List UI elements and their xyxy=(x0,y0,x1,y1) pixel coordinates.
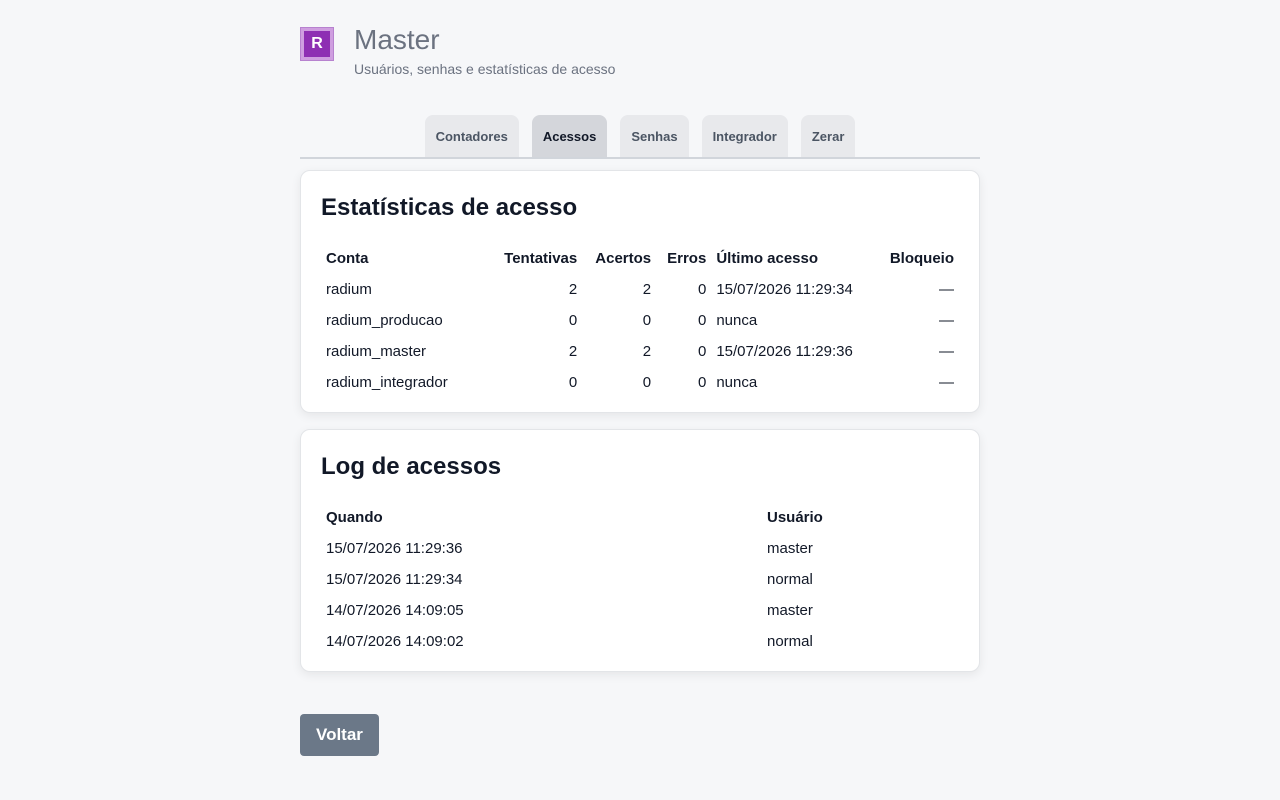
table-row: 14/07/2026 14:09:02 normal xyxy=(321,626,959,657)
cell-conta: radium_master xyxy=(326,343,427,360)
cell-usuario: normal xyxy=(767,633,813,650)
log-title: Log de acessos xyxy=(321,453,502,480)
tab-bar: Contadores Acessos Senhas Integrador Zer… xyxy=(300,115,980,159)
col-bloqueio: Bloqueio xyxy=(889,250,954,267)
app-header: R Master Usuários, senhas e estatísticas… xyxy=(300,0,980,94)
cell-bloqueio: — xyxy=(939,374,954,391)
back-button[interactable]: Voltar xyxy=(300,714,379,756)
page-title: Master xyxy=(354,24,440,55)
table-row: 15/07/2026 11:29:34 normal xyxy=(321,564,959,595)
page-subtitle: Usuários, senhas e estatísticas de acess… xyxy=(354,61,616,77)
col-acertos: Acertos xyxy=(595,250,652,267)
table-row: radium_integrador 0 0 0 nunca — xyxy=(321,367,959,398)
cell-acertos: 2 xyxy=(642,343,652,360)
cell-conta: radium_producao xyxy=(326,312,443,329)
table-row: radium 2 2 0 15/07/2026 11:29:34 — xyxy=(321,274,959,305)
col-quando: Quando xyxy=(326,509,383,526)
cell-acertos: 0 xyxy=(642,312,652,329)
log-table: Quando Usuário 15/07/2026 11:29:36 maste… xyxy=(321,502,959,657)
cell-erros: 0 xyxy=(697,374,707,391)
cell-tentativas: 2 xyxy=(568,343,578,360)
cell-quando: 15/07/2026 11:29:36 xyxy=(326,540,463,557)
app-logo: R xyxy=(300,27,334,61)
cell-acertos: 2 xyxy=(642,281,652,298)
cell-bloqueio: — xyxy=(939,281,954,298)
cell-usuario: master xyxy=(767,540,813,557)
stats-card: Estatísticas de acesso Conta Tentativas … xyxy=(300,170,980,413)
cell-bloqueio: — xyxy=(939,312,954,329)
cell-ultimo-acesso: nunca xyxy=(716,312,758,329)
log-header-row: Quando Usuário xyxy=(321,502,959,533)
cell-erros: 0 xyxy=(697,312,707,329)
cell-erros: 0 xyxy=(697,281,707,298)
table-row: radium_master 2 2 0 15/07/2026 11:29:36 … xyxy=(321,336,959,367)
cell-quando: 14/07/2026 14:09:02 xyxy=(326,633,464,650)
cell-usuario: master xyxy=(767,602,813,619)
cell-tentativas: 0 xyxy=(568,374,578,391)
table-row: 14/07/2026 14:09:05 master xyxy=(321,595,959,626)
table-row: 15/07/2026 11:29:36 master xyxy=(321,533,959,564)
col-ultimo-acesso: Último acesso xyxy=(716,250,819,267)
logo-letter: R xyxy=(304,31,330,57)
cell-tentativas: 0 xyxy=(568,312,578,329)
stats-table: Conta Tentativas Acertos Erros Último ac… xyxy=(321,243,959,398)
cell-quando: 14/07/2026 14:09:05 xyxy=(326,602,464,619)
cell-tentativas: 2 xyxy=(568,281,578,298)
tab-zerar[interactable]: Zerar xyxy=(800,115,856,157)
tab-acessos[interactable]: Acessos xyxy=(531,115,608,157)
log-card: Log de acessos Quando Usuário 15/07/2026… xyxy=(300,429,980,672)
cell-usuario: normal xyxy=(767,571,813,588)
page: R Master Usuários, senhas e estatísticas… xyxy=(300,0,980,756)
tab-contadores[interactable]: Contadores xyxy=(424,115,519,157)
col-tentativas: Tentativas xyxy=(504,250,578,267)
cell-ultimo-acesso: 15/07/2026 11:29:34 xyxy=(716,281,853,298)
col-erros: Erros xyxy=(667,250,707,267)
tab-integrador[interactable]: Integrador xyxy=(701,115,788,157)
cell-conta: radium_integrador xyxy=(326,374,448,391)
cell-acertos: 0 xyxy=(642,374,652,391)
cell-conta: radium xyxy=(326,281,372,298)
col-conta: Conta xyxy=(326,250,369,267)
header-titles: Master Usuários, senhas e estatísticas d… xyxy=(354,24,615,77)
tab-senhas[interactable]: Senhas xyxy=(620,115,689,157)
stats-header-row: Conta Tentativas Acertos Erros Último ac… xyxy=(321,243,959,274)
cell-ultimo-acesso: nunca xyxy=(716,374,758,391)
cell-bloqueio: — xyxy=(939,343,954,360)
col-usuario: Usuário xyxy=(767,509,823,526)
cell-erros: 0 xyxy=(697,343,707,360)
stats-title: Estatísticas de acesso xyxy=(321,194,578,221)
table-row: radium_producao 0 0 0 nunca — xyxy=(321,305,959,336)
cell-ultimo-acesso: 15/07/2026 11:29:36 xyxy=(716,343,853,360)
cell-quando: 15/07/2026 11:29:34 xyxy=(326,571,463,588)
